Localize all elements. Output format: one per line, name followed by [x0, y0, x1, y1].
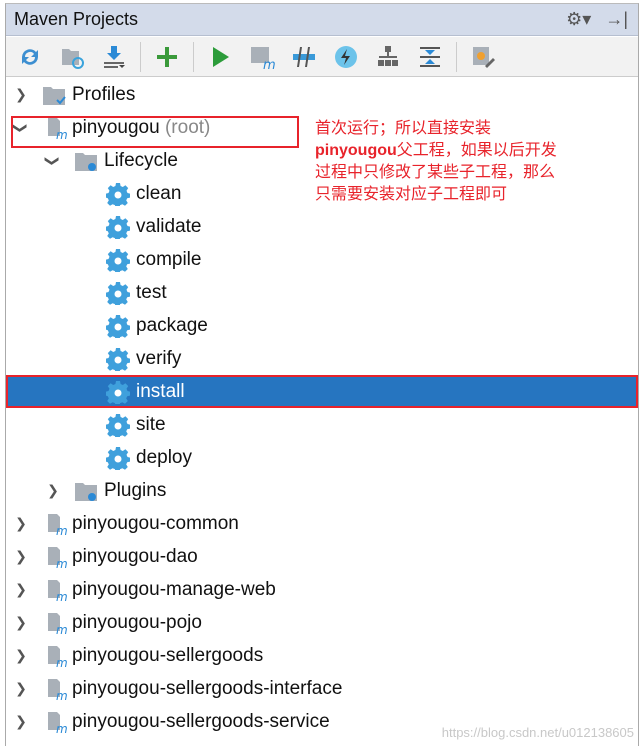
- run-icon[interactable]: [204, 41, 236, 73]
- tree-label: pinyougou-dao: [72, 545, 198, 567]
- tree-item-goal-verify[interactable]: verify: [6, 342, 638, 375]
- tree-item-goal-package[interactable]: package: [6, 309, 638, 342]
- gear-icon: [106, 347, 130, 371]
- lifecycle-folder-icon: [75, 152, 97, 171]
- tree-label: pinyougou-sellergoods: [72, 644, 264, 666]
- gear-icon: [106, 446, 130, 470]
- svg-text:m: m: [56, 623, 68, 635]
- tree-label: pinyougou-pojo: [72, 611, 202, 633]
- chevron-right-icon[interactable]: ❯: [46, 482, 60, 498]
- tree-item-module[interactable]: ❯ m pinyougou-sellergoods-interface: [6, 672, 638, 705]
- gear-icon: [106, 413, 130, 437]
- chevron-right-icon[interactable]: ❯: [14, 647, 28, 663]
- tree-item-module[interactable]: ❯ m pinyougou-sellergoods: [6, 639, 638, 672]
- maven-module-icon: m: [48, 546, 68, 569]
- svg-text:m: m: [56, 722, 68, 734]
- generate-sources-icon[interactable]: [56, 41, 88, 73]
- tree-item-goal-deploy[interactable]: deploy: [6, 441, 638, 474]
- maven-module-icon: m: [48, 711, 68, 734]
- svg-text:m: m: [56, 590, 68, 602]
- tree-label: site: [136, 413, 166, 435]
- chevron-right-icon[interactable]: ❯: [14, 713, 28, 729]
- add-icon[interactable]: [151, 41, 183, 73]
- tree-label: pinyougou-common: [72, 512, 239, 534]
- chevron-right-icon[interactable]: ❯: [14, 614, 28, 630]
- maven-projects-panel: Maven Projects ⚙▾ →| m ❯ Profiles ❯ m pi…: [5, 3, 639, 746]
- maven-module-icon: m: [48, 579, 68, 602]
- chevron-down-icon[interactable]: ❯: [46, 154, 62, 168]
- watermark: https://blog.csdn.net/u012138605: [441, 725, 634, 740]
- profiles-folder-icon: [43, 86, 66, 105]
- tree-item-goal-validate[interactable]: validate: [6, 210, 638, 243]
- gear-icon: [106, 380, 130, 404]
- tree-label: install: [136, 380, 185, 402]
- tree-item-plugins[interactable]: ❯ Plugins: [6, 474, 638, 507]
- show-dependencies-icon[interactable]: [372, 41, 404, 73]
- gear-icon[interactable]: ⚙▾: [566, 9, 591, 30]
- gear-icon: [106, 314, 130, 338]
- plugins-folder-icon: [75, 482, 97, 501]
- execute-goal-icon[interactable]: m: [246, 41, 278, 73]
- annotation-bold: pinyougou: [315, 142, 397, 159]
- chevron-right-icon[interactable]: ❯: [14, 581, 28, 597]
- tree-label: validate: [136, 215, 202, 237]
- tree-label: pinyougou-manage-web: [72, 578, 276, 600]
- annotation-line: 过程中只修改了某些子工程，那么: [315, 164, 556, 181]
- tree-item-module[interactable]: ❯ m pinyougou-common: [6, 507, 638, 540]
- chevron-right-icon[interactable]: ❯: [14, 515, 28, 531]
- tree-item-profiles[interactable]: ❯ Profiles: [6, 78, 638, 111]
- panel-header: Maven Projects ⚙▾ →|: [6, 4, 638, 36]
- maven-module-icon: m: [48, 678, 68, 701]
- chevron-right-icon[interactable]: ❯: [14, 680, 28, 696]
- svg-text:m: m: [56, 689, 68, 701]
- maven-settings-icon[interactable]: [467, 41, 499, 73]
- tree-label: verify: [136, 347, 182, 369]
- chevron-right-icon[interactable]: ❯: [14, 548, 28, 564]
- toggle-offline-icon[interactable]: [288, 41, 320, 73]
- tree-item-goal-test[interactable]: test: [6, 276, 638, 309]
- gear-icon: [106, 215, 130, 239]
- maven-module-icon: m: [48, 513, 68, 536]
- gear-icon: [106, 182, 130, 206]
- tree-item-module[interactable]: ❯ m pinyougou-dao: [6, 540, 638, 573]
- tree-item-module[interactable]: ❯ m pinyougou-manage-web: [6, 573, 638, 606]
- tree-label: package: [136, 314, 208, 336]
- svg-text:m: m: [263, 58, 275, 70]
- tree-label: Plugins: [104, 479, 167, 501]
- highlight-box: [11, 116, 299, 148]
- tree-label: pinyougou-sellergoods-service: [72, 710, 330, 732]
- panel-title: Maven Projects: [14, 9, 139, 29]
- annotation-line: 只需要安装对应子工程即可: [315, 186, 508, 203]
- tree-label: clean: [136, 182, 182, 204]
- tree-item-goal-install[interactable]: install: [6, 375, 638, 408]
- svg-text:m: m: [56, 557, 68, 569]
- tree-item-module[interactable]: ❯ m pinyougou-pojo: [6, 606, 638, 639]
- tree-label: Lifecycle: [104, 149, 178, 171]
- tree-label: compile: [136, 248, 202, 270]
- annotation-line: 首次运行；所以直接安装: [315, 120, 492, 137]
- annotation-line: 父工程，如果以后开发: [396, 142, 557, 159]
- collapse-all-icon[interactable]: [414, 41, 446, 73]
- gear-icon: [106, 248, 130, 272]
- hide-panel-icon[interactable]: →|: [605, 9, 628, 30]
- svg-text:m: m: [56, 524, 68, 536]
- svg-text:m: m: [56, 656, 68, 668]
- tree-label: pinyougou-sellergoods-interface: [72, 677, 343, 699]
- tree-item-goal-site[interactable]: site: [6, 408, 638, 441]
- maven-module-icon: m: [48, 645, 68, 668]
- annotation: 首次运行；所以直接安装 pinyougou父工程，如果以后开发 过程中只修改了某…: [315, 118, 625, 206]
- gear-icon: [106, 281, 130, 305]
- toolbar: m: [6, 37, 638, 77]
- skip-tests-icon[interactable]: [330, 41, 362, 73]
- reimport-icon[interactable]: [14, 41, 46, 73]
- maven-module-icon: m: [48, 612, 68, 635]
- download-icon[interactable]: [98, 41, 130, 73]
- chevron-right-icon[interactable]: ❯: [14, 86, 28, 102]
- tree-item-goal-compile[interactable]: compile: [6, 243, 638, 276]
- tree-label: deploy: [136, 446, 192, 468]
- tree-label: test: [136, 281, 167, 303]
- tree-label: Profiles: [72, 83, 136, 105]
